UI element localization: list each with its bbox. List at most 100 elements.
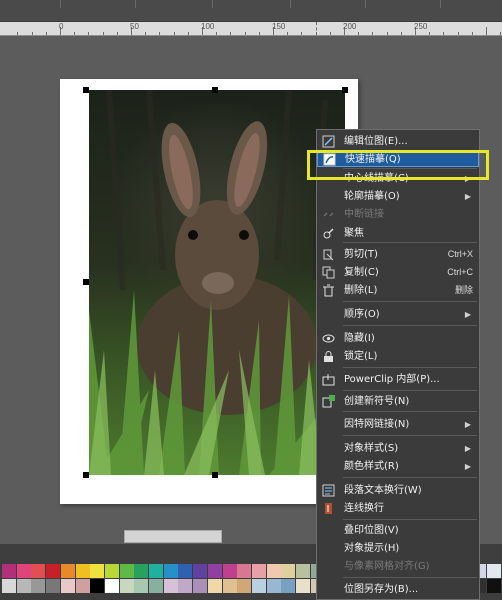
color-swatch[interactable] [237, 564, 252, 578]
selection-handle-bottom-center[interactable] [212, 472, 218, 478]
color-swatch[interactable] [281, 579, 296, 593]
menu-item[interactable]: 隐藏(I) [317, 330, 479, 347]
menu-item[interactable]: 删除(L) 删除 [317, 282, 479, 299]
color-swatch[interactable] [281, 564, 296, 578]
selected-bitmap-rabbit-photo[interactable] [89, 90, 345, 475]
ruler-tick [429, 32, 430, 35]
ruler-tick [74, 32, 75, 35]
color-swatch[interactable] [90, 579, 105, 593]
color-swatch[interactable] [2, 579, 16, 593]
color-swatch[interactable] [222, 579, 237, 593]
powerclip-icon [322, 374, 335, 386]
menu-item[interactable]: 因特网链接(N) ▶ [317, 416, 479, 433]
color-swatch[interactable] [207, 564, 222, 578]
color-swatch[interactable] [104, 579, 119, 593]
menu-item[interactable]: 对象样式(S) ▶ [317, 440, 479, 457]
horizontal-scrollbar-thumb[interactable] [124, 530, 222, 543]
selection-handle-middle-left[interactable] [83, 279, 89, 285]
ruler-tick [259, 32, 260, 35]
menu-item[interactable]: 段落文本换行(W) [317, 482, 479, 499]
submenu-arrow-icon: ▶ [464, 420, 471, 429]
menu-separator [343, 411, 477, 412]
color-swatch[interactable] [237, 579, 252, 593]
color-swatch[interactable] [134, 579, 149, 593]
menu-item[interactable]: 聚焦 [317, 225, 479, 242]
color-swatch[interactable] [487, 579, 502, 593]
menu-item-label: 编辑位图(E)... [344, 136, 408, 147]
menu-item-shortcut: 删除 [454, 285, 473, 295]
menu-item[interactable]: 轮廓描摹(O) ▶ [317, 188, 479, 205]
eye-icon [322, 334, 335, 343]
color-swatch[interactable] [207, 579, 222, 593]
ruler-tick [159, 32, 160, 35]
color-swatch[interactable] [266, 564, 281, 578]
menu-item[interactable]: 复制(C) Ctrl+C [317, 264, 479, 281]
menu-item[interactable]: 对象提示(H) [317, 540, 479, 557]
menu-item[interactable]: 连线换行 [317, 500, 479, 517]
color-swatch[interactable] [2, 564, 16, 578]
selection-handle-top-center[interactable] [212, 87, 218, 93]
cut-icon [323, 249, 334, 261]
color-swatch[interactable] [163, 564, 178, 578]
submenu-arrow-icon: ▶ [464, 310, 471, 319]
menu-item[interactable]: 编辑位图(E)... [317, 133, 479, 150]
color-swatch[interactable] [149, 579, 163, 593]
color-swatch[interactable] [149, 564, 163, 578]
menu-item[interactable]: 颜色样式(R) ▶ [317, 458, 479, 475]
color-swatch[interactable] [296, 579, 310, 593]
color-swatch[interactable] [296, 564, 310, 578]
color-swatch[interactable] [251, 564, 266, 578]
color-swatch[interactable] [60, 564, 75, 578]
color-swatch[interactable] [60, 579, 75, 593]
ruler-tick [46, 32, 47, 35]
menu-item[interactable]: 创建新符号(N) [317, 393, 479, 410]
menu-item[interactable]: 叠印位图(V) [317, 522, 479, 539]
color-swatch[interactable] [46, 579, 61, 593]
color-swatch[interactable] [75, 579, 90, 593]
color-swatch[interactable] [31, 564, 46, 578]
color-swatch[interactable] [487, 564, 502, 578]
color-swatch[interactable] [193, 579, 208, 593]
color-swatch[interactable] [31, 579, 46, 593]
menu-item-label: 颜色样式(R) [344, 461, 399, 472]
color-swatch[interactable] [266, 579, 281, 593]
color-swatch[interactable] [104, 564, 119, 578]
selection-handle-top-right[interactable] [342, 87, 348, 93]
selection-handle-bottom-left[interactable] [83, 472, 89, 478]
toolbar-divider [290, 0, 291, 8]
ruler-tick-label: 100 [201, 22, 215, 31]
menu-item[interactable]: 位图另存为(B)... [317, 581, 479, 598]
color-swatch[interactable] [193, 564, 208, 578]
ruler-tick [372, 32, 373, 35]
submenu-arrow-icon: ▶ [464, 462, 471, 471]
ruler-tick [88, 32, 89, 35]
menu-item[interactable]: PowerClip 内部(P)... [317, 371, 479, 388]
color-swatch[interactable] [178, 579, 193, 593]
new-symbol-icon [322, 395, 335, 408]
edit-bitmap-icon [322, 135, 335, 148]
ruler-tick [387, 32, 388, 35]
color-swatch[interactable] [134, 564, 149, 578]
color-swatch[interactable] [16, 579, 31, 593]
selection-handle-top-left[interactable] [83, 87, 89, 93]
color-swatch[interactable] [251, 579, 266, 593]
menu-item-label: 锁定(L) [344, 351, 378, 362]
color-swatch[interactable] [75, 564, 90, 578]
menu-item-label: 剪切(T) [344, 249, 378, 260]
color-swatch[interactable] [119, 564, 134, 578]
color-swatch[interactable] [16, 564, 31, 578]
menu-item-label: 对象样式(S) [344, 443, 399, 454]
ruler-tick [216, 32, 217, 35]
color-swatch[interactable] [90, 564, 105, 578]
menu-item[interactable]: 锁定(L) [317, 348, 479, 365]
color-swatch[interactable] [178, 564, 193, 578]
menu-item[interactable]: 剪切(T) Ctrl+X [317, 246, 479, 263]
menu-item-label: 因特网链接(N) [344, 419, 410, 430]
color-swatch[interactable] [163, 579, 178, 593]
ruler-tick [17, 32, 18, 35]
menu-item[interactable]: 顺序(O) ▶ [317, 306, 479, 323]
color-swatch[interactable] [222, 564, 237, 578]
color-swatch[interactable] [46, 564, 61, 578]
horizontal-ruler[interactable]: 0 50 100 150 200 250 [0, 22, 502, 36]
color-swatch[interactable] [119, 579, 134, 593]
